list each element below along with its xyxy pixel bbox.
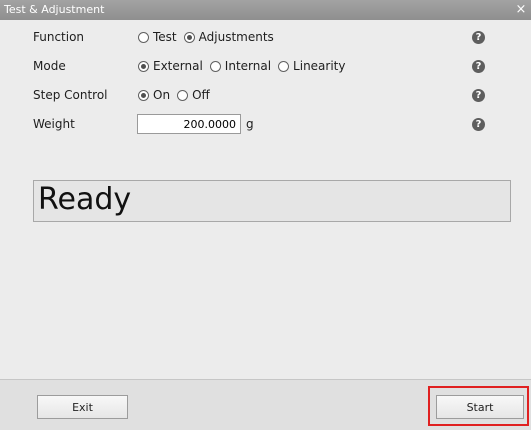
function-row: Function Test Adjustments ? bbox=[0, 27, 531, 49]
status-display: Ready bbox=[33, 180, 511, 222]
weight-help-icon[interactable]: ? bbox=[472, 118, 485, 131]
weight-input[interactable] bbox=[137, 114, 241, 134]
start-button[interactable]: Start bbox=[436, 395, 524, 419]
mode-label: Mode bbox=[33, 59, 66, 73]
step-control-row: Step Control On Off ? bbox=[0, 85, 531, 107]
step-control-off-label: Off bbox=[192, 88, 210, 102]
test-adjustment-dialog: Test & Adjustment × Function Test Adjust… bbox=[0, 0, 531, 430]
step-control-option-on[interactable]: On bbox=[138, 88, 170, 102]
function-label: Function bbox=[33, 30, 85, 44]
mode-option-internal[interactable]: Internal bbox=[209, 59, 272, 73]
step-control-on-radio[interactable] bbox=[138, 89, 149, 101]
weight-label: Weight bbox=[33, 117, 75, 131]
window-title: Test & Adjustment bbox=[4, 3, 105, 16]
mode-option-external[interactable]: External bbox=[138, 59, 203, 73]
function-options: Test Adjustments bbox=[138, 30, 281, 44]
mode-option-linearity[interactable]: Linearity bbox=[278, 59, 345, 73]
step-control-options: On Off bbox=[138, 88, 217, 102]
step-control-on-label: On bbox=[153, 88, 171, 102]
footer-bar: Exit Start bbox=[0, 379, 531, 430]
step-control-option-off[interactable]: Off bbox=[177, 88, 210, 102]
function-option-adjustments[interactable]: Adjustments bbox=[183, 30, 274, 44]
mode-internal-radio[interactable] bbox=[209, 60, 221, 72]
mode-help-icon[interactable]: ? bbox=[472, 60, 485, 73]
function-help-icon[interactable]: ? bbox=[472, 31, 485, 44]
status-text: Ready bbox=[38, 182, 132, 217]
function-test-radio[interactable] bbox=[138, 31, 149, 43]
mode-internal-label: Internal bbox=[224, 59, 272, 73]
mode-options: External Internal Linearity bbox=[138, 59, 352, 73]
step-control-off-radio[interactable] bbox=[177, 89, 189, 101]
mode-external-radio[interactable] bbox=[138, 60, 149, 72]
step-control-label: Step Control bbox=[33, 88, 108, 102]
close-icon[interactable]: × bbox=[513, 0, 529, 20]
mode-linearity-label: Linearity bbox=[293, 59, 346, 73]
mode-linearity-radio[interactable] bbox=[278, 60, 290, 72]
weight-unit: g bbox=[246, 117, 254, 131]
title-bar[interactable]: Test & Adjustment × bbox=[0, 0, 531, 20]
step-control-help-icon[interactable]: ? bbox=[472, 89, 485, 102]
function-test-label: Test bbox=[153, 30, 177, 44]
weight-row: Weight g ? bbox=[0, 114, 531, 136]
function-option-test[interactable]: Test bbox=[138, 30, 177, 44]
function-adjustments-radio[interactable] bbox=[183, 31, 195, 43]
mode-external-label: External bbox=[153, 59, 203, 73]
function-adjustments-label: Adjustments bbox=[198, 30, 274, 44]
mode-row: Mode External Internal Linearity ? bbox=[0, 56, 531, 78]
exit-button[interactable]: Exit bbox=[37, 395, 128, 419]
